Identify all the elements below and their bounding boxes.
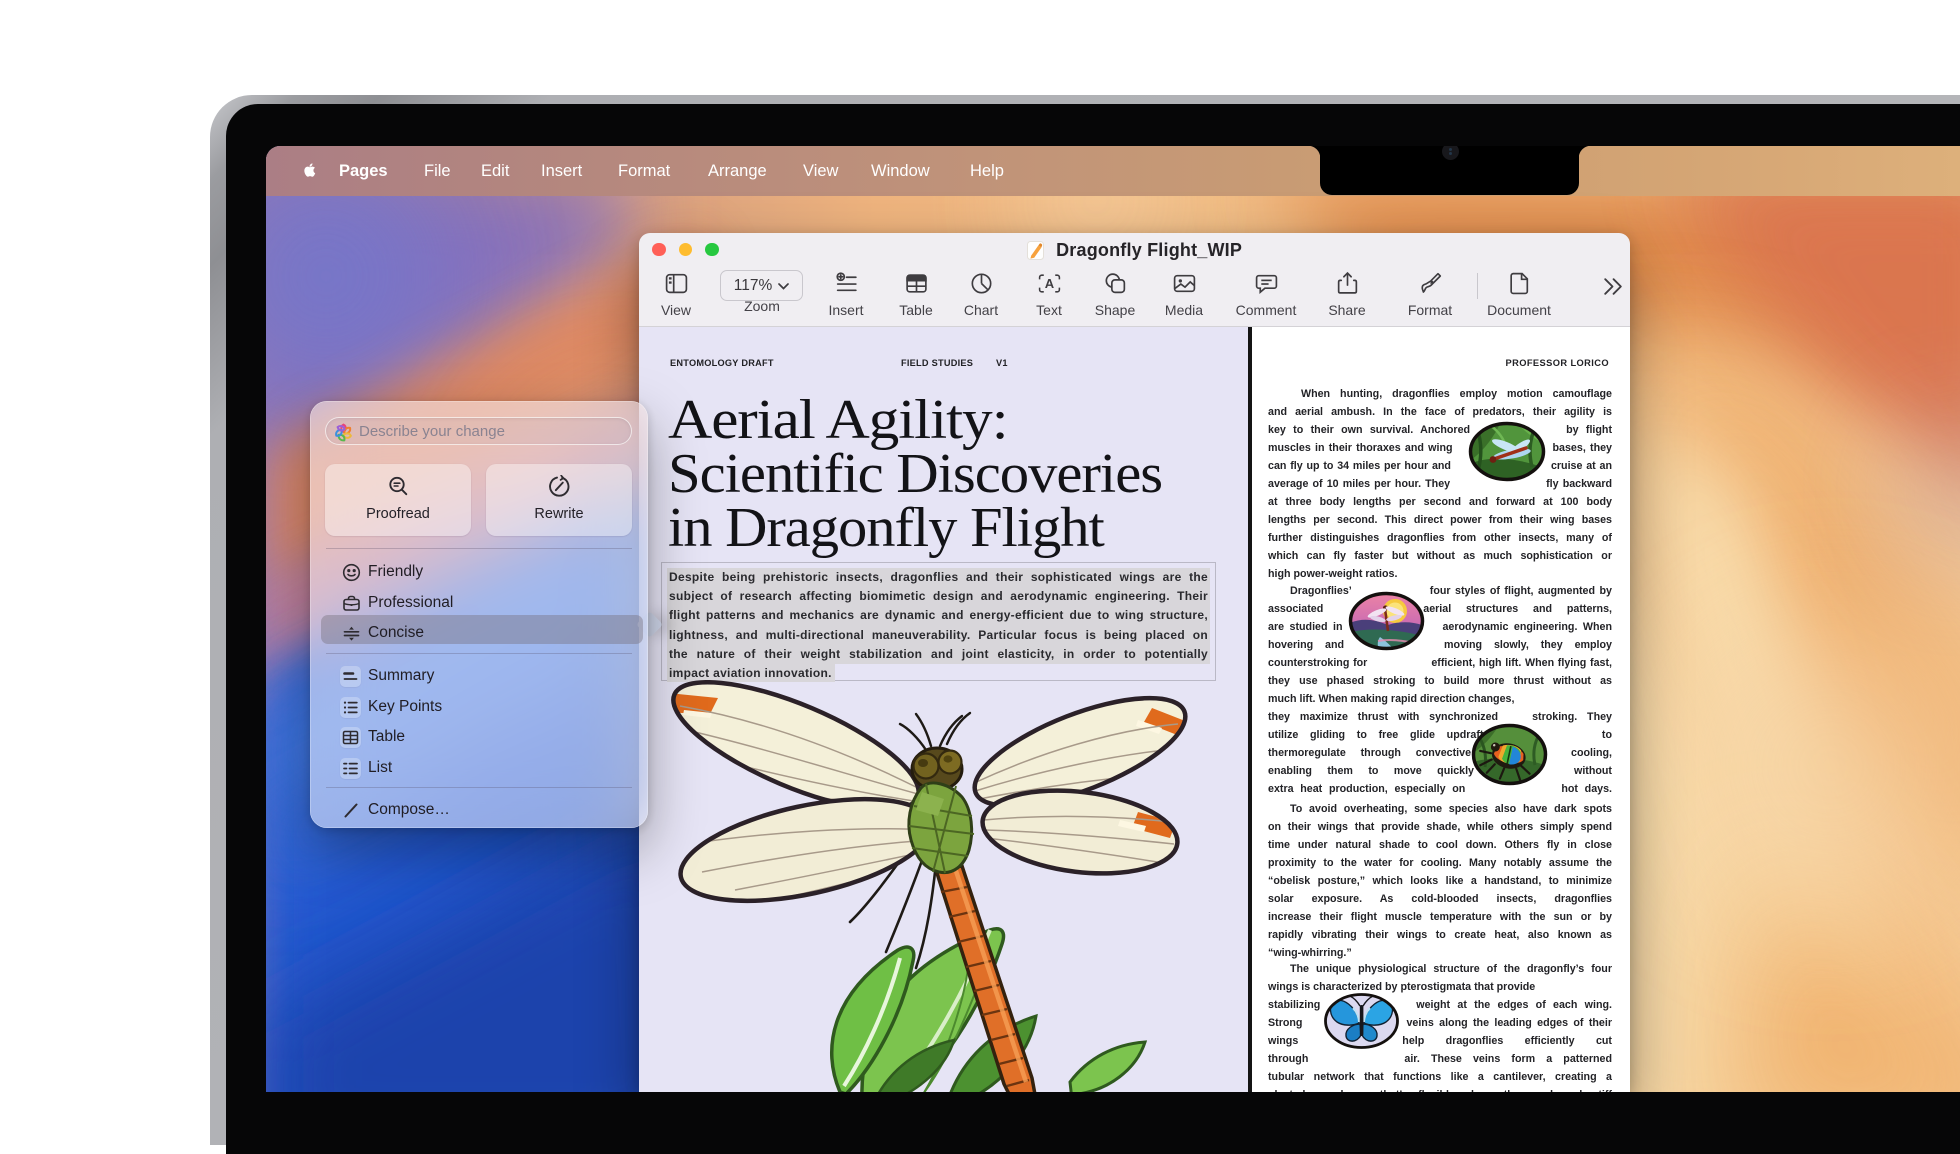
svg-text:A: A bbox=[1044, 276, 1054, 291]
